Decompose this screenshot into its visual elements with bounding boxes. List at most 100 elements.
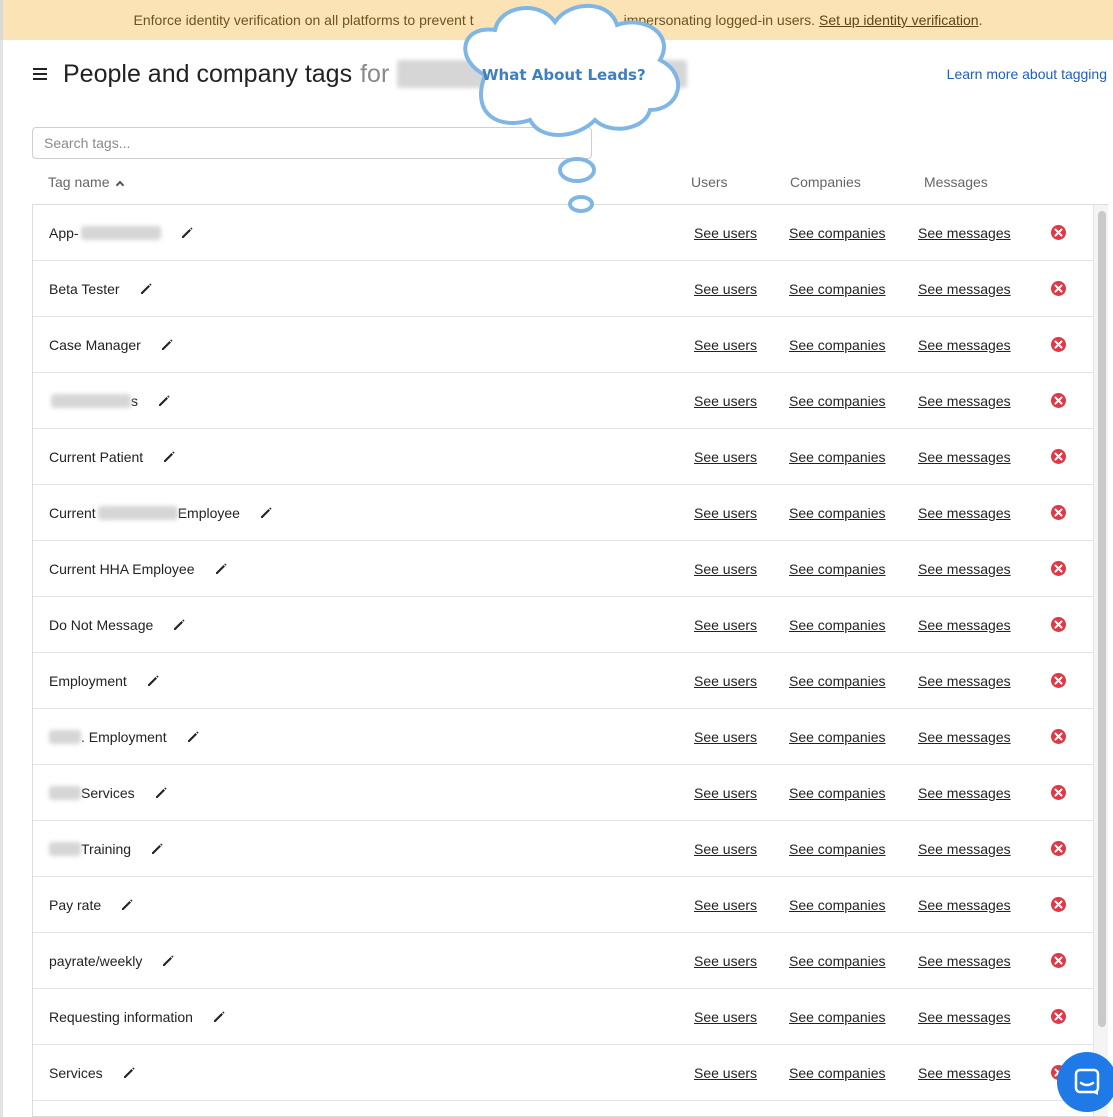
see-users-link[interactable]: See users xyxy=(694,485,757,541)
delete-circle-icon[interactable] xyxy=(1051,1009,1066,1024)
table-row: payrate/weekly See users See companies S… xyxy=(33,933,1093,989)
see-messages-link[interactable]: See messages xyxy=(918,373,1011,429)
hamburger-icon[interactable] xyxy=(33,68,47,80)
see-messages-link[interactable]: See messages xyxy=(918,205,1011,261)
table-row: Beta Tester See users See companies See … xyxy=(33,261,1093,317)
see-users-link[interactable]: See users xyxy=(694,877,757,933)
tag-name-column-header[interactable]: Tag name xyxy=(48,174,125,190)
see-companies-link[interactable]: See companies xyxy=(789,1045,886,1101)
see-companies-link[interactable]: See companies xyxy=(789,541,886,597)
delete-circle-icon[interactable] xyxy=(1051,393,1066,408)
delete-circle-icon[interactable] xyxy=(1051,505,1066,520)
pencil-icon[interactable] xyxy=(138,281,154,297)
see-messages-link[interactable]: See messages xyxy=(918,709,1011,765)
see-companies-link[interactable]: See companies xyxy=(789,597,886,653)
see-messages-link[interactable]: See messages xyxy=(918,989,1011,1045)
see-messages-link[interactable]: See messages xyxy=(918,541,1011,597)
see-messages-link[interactable]: See messages xyxy=(918,765,1011,821)
tag-name-cell: Services xyxy=(49,1045,137,1101)
pencil-icon[interactable] xyxy=(211,1009,227,1025)
delete-circle-icon[interactable] xyxy=(1051,449,1066,464)
see-users-link[interactable]: See users xyxy=(694,989,757,1045)
delete-circle-icon[interactable] xyxy=(1051,225,1066,240)
see-users-link[interactable]: See users xyxy=(694,821,757,877)
see-messages-link[interactable]: See messages xyxy=(918,485,1011,541)
delete-circle-icon[interactable] xyxy=(1051,673,1066,688)
see-companies-link[interactable]: See companies xyxy=(789,821,886,877)
tags-table: App- See users See companies See message… xyxy=(32,204,1108,1117)
see-users-link[interactable]: See users xyxy=(694,1045,757,1101)
scrollbar-thumb[interactable] xyxy=(1098,211,1106,1027)
see-companies-link[interactable]: See companies xyxy=(789,373,886,429)
pencil-icon[interactable] xyxy=(185,729,201,745)
setup-identity-verification-link[interactable]: Set up identity verification xyxy=(819,12,979,28)
delete-circle-icon[interactable] xyxy=(1051,897,1066,912)
see-users-link[interactable]: See users xyxy=(694,541,757,597)
pencil-icon[interactable] xyxy=(145,673,161,689)
see-companies-link[interactable]: See companies xyxy=(789,261,886,317)
pencil-icon[interactable] xyxy=(149,841,165,857)
tag-name-cell: Current Patient xyxy=(49,429,177,485)
tag-name-text: Services xyxy=(49,1065,103,1081)
see-companies-link[interactable]: See companies xyxy=(789,485,886,541)
see-companies-link[interactable]: See companies xyxy=(789,317,886,373)
see-users-link[interactable]: See users xyxy=(694,765,757,821)
delete-circle-icon[interactable] xyxy=(1051,617,1066,632)
see-companies-link[interactable]: See companies xyxy=(789,429,886,485)
tag-name-cell: Pay rate xyxy=(49,877,135,933)
delete-circle-icon[interactable] xyxy=(1051,337,1066,352)
see-companies-link[interactable]: See companies xyxy=(789,205,886,261)
table-row: Pay rate See users See companies See mes… xyxy=(33,877,1093,933)
pencil-icon[interactable] xyxy=(153,785,169,801)
see-messages-link[interactable]: See messages xyxy=(918,653,1011,709)
see-users-link[interactable]: See users xyxy=(694,653,757,709)
tag-name-cell: Services xyxy=(49,765,169,821)
see-messages-link[interactable]: See messages xyxy=(918,429,1011,485)
see-messages-link[interactable]: See messages xyxy=(918,877,1011,933)
see-users-link[interactable]: See users xyxy=(694,709,757,765)
see-users-link[interactable]: See users xyxy=(694,597,757,653)
see-users-link[interactable]: See users xyxy=(694,373,757,429)
delete-circle-icon[interactable] xyxy=(1051,953,1066,968)
pencil-icon[interactable] xyxy=(159,337,175,353)
pencil-icon[interactable] xyxy=(258,505,274,521)
pencil-icon[interactable] xyxy=(213,561,229,577)
see-companies-link[interactable]: See companies xyxy=(789,989,886,1045)
pencil-icon[interactable] xyxy=(119,897,135,913)
see-messages-link[interactable]: See messages xyxy=(918,933,1011,989)
tag-name-text: Requesting information xyxy=(49,1009,193,1025)
delete-circle-icon[interactable] xyxy=(1051,729,1066,744)
see-users-link[interactable]: See users xyxy=(694,429,757,485)
pencil-icon[interactable] xyxy=(171,617,187,633)
see-users-link[interactable]: See users xyxy=(694,317,757,373)
see-companies-link[interactable]: See companies xyxy=(789,653,886,709)
see-companies-link[interactable]: See companies xyxy=(789,709,886,765)
see-users-link[interactable]: See users xyxy=(694,933,757,989)
pencil-icon[interactable] xyxy=(121,1065,137,1081)
see-messages-link[interactable]: See messages xyxy=(918,821,1011,877)
see-users-link[interactable]: See users xyxy=(694,261,757,317)
see-messages-link[interactable]: See messages xyxy=(918,1045,1011,1101)
banner-text-start: Enforce identity verification on all pla… xyxy=(133,12,474,28)
delete-circle-icon[interactable] xyxy=(1051,561,1066,576)
see-companies-link[interactable]: See companies xyxy=(789,877,886,933)
see-companies-link[interactable]: See companies xyxy=(789,933,886,989)
table-scrollbar[interactable] xyxy=(1093,205,1108,1116)
pencil-icon[interactable] xyxy=(179,225,195,241)
delete-circle-icon[interactable] xyxy=(1051,841,1066,856)
delete-circle-icon[interactable] xyxy=(1051,281,1066,296)
pencil-icon[interactable] xyxy=(156,393,172,409)
see-messages-link[interactable]: See messages xyxy=(918,597,1011,653)
pencil-icon[interactable] xyxy=(160,953,176,969)
see-messages-link[interactable]: See messages xyxy=(918,317,1011,373)
left-edge-border xyxy=(0,40,3,1117)
see-messages-link[interactable]: See messages xyxy=(918,261,1011,317)
pencil-icon[interactable] xyxy=(161,449,177,465)
learn-more-tagging-link[interactable]: Learn more about tagging xyxy=(947,66,1107,82)
delete-circle-icon[interactable] xyxy=(1051,785,1066,800)
tag-name-suffix: s xyxy=(131,393,138,409)
table-row: Current HHA Employee See users See compa… xyxy=(33,541,1093,597)
messenger-icon[interactable] xyxy=(1057,1052,1113,1112)
see-companies-link[interactable]: See companies xyxy=(789,765,886,821)
tag-name-header-label: Tag name xyxy=(48,174,110,190)
